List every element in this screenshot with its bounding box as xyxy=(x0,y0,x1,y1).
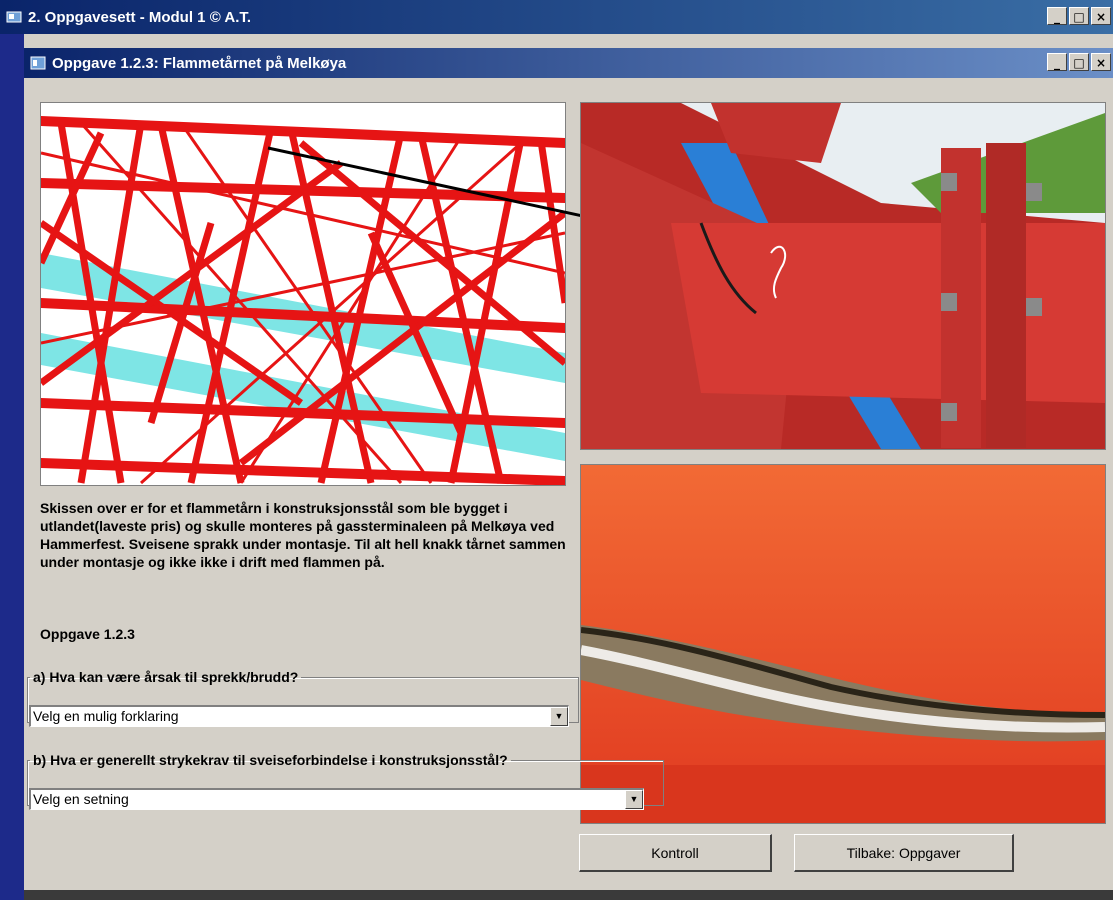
outer-maximize-button[interactable]: □ xyxy=(1069,7,1089,25)
question-a-legend: a) Hva kan være årsak til sprekk/brudd? xyxy=(33,669,299,685)
inner-minimize-button[interactable]: _ xyxy=(1047,53,1067,71)
question-b-group: b) Hva er generellt strykekrav til sveis… xyxy=(27,752,664,810)
question-a-selected: Velg en mulig forklaring xyxy=(33,708,179,724)
inner-close-button[interactable]: × xyxy=(1091,53,1111,71)
question-a-group: a) Hva kan være årsak til sprekk/brudd? … xyxy=(27,669,579,727)
outer-title-bar: 2. Oppgavesett - Modul 1 © A.T. _ □ × xyxy=(0,0,1113,34)
question-b-legend: b) Hva er generellt strykekrav til sveis… xyxy=(33,752,508,768)
outer-frame xyxy=(0,34,20,900)
inner-maximize-button[interactable]: □ xyxy=(1069,53,1089,71)
question-b-dropdown[interactable]: Velg en setning ▼ xyxy=(29,788,644,810)
question-b-selected: Velg en setning xyxy=(33,791,129,807)
inner-title-bar: Oppgave 1.2.3: Flammetårnet på Melkøya _… xyxy=(24,48,1113,78)
inner-window: Oppgave 1.2.3: Flammetårnet på Melkøya _… xyxy=(24,34,1113,900)
dropdown-arrow-icon[interactable]: ▼ xyxy=(625,790,643,809)
pipe-crack-photo xyxy=(580,102,1106,450)
outer-minimize-button[interactable]: _ xyxy=(1047,7,1067,25)
check-button[interactable]: Kontroll xyxy=(579,834,772,872)
truss-model-image xyxy=(40,102,566,486)
inner-window-title: Oppgave 1.2.3: Flammetårnet på Melkøya xyxy=(52,54,347,72)
task-label: Oppgave 1.2.3 xyxy=(40,626,135,642)
dropdown-arrow-icon[interactable]: ▼ xyxy=(550,707,568,726)
task-description: Skissen over er for et flammetårn i kons… xyxy=(40,500,566,570)
back-button[interactable]: Tilbake: Oppgaver xyxy=(794,834,1014,872)
question-a-dropdown[interactable]: Velg en mulig forklaring ▼ xyxy=(29,705,569,727)
app-icon xyxy=(6,11,22,23)
document-icon xyxy=(30,56,46,70)
outer-window-title: 2. Oppgavesett - Modul 1 © A.T. xyxy=(28,8,252,26)
status-bar xyxy=(24,890,1113,900)
outer-close-button[interactable]: × xyxy=(1091,7,1111,25)
